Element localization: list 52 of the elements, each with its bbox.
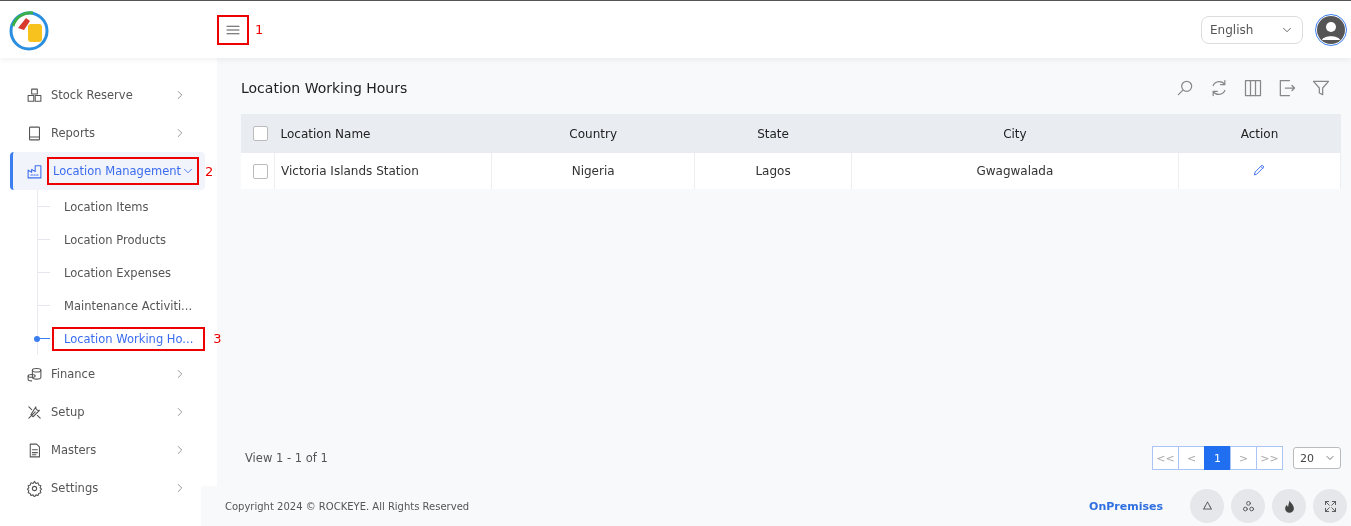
- sidebar-item[interactable]: Location Management: [10, 152, 206, 190]
- column-header: Action: [1240, 126, 1279, 141]
- table-cell: Nigeria: [571, 164, 615, 178]
- gear-icon: [26, 479, 43, 497]
- page-title: Location Working Hours: [241, 80, 409, 96]
- table-cell: Lagos: [755, 164, 791, 178]
- tools-icon: [26, 403, 43, 421]
- avatar-icon[interactable]: [1315, 13, 1347, 46]
- copyright-text: Copyright 2024 © ROCKEYE. All Rights Reserved: [225, 500, 471, 512]
- table-cell: Victoria Islands Station: [281, 164, 419, 178]
- factory-icon: [26, 162, 43, 180]
- filter-icon: [1311, 78, 1331, 98]
- submenu-item[interactable]: Maintenance Activiti...: [64, 298, 193, 313]
- sidebar-item[interactable]: Finance: [10, 355, 193, 393]
- network-button[interactable]: [1231, 489, 1265, 523]
- annotation-number: 3: [213, 331, 222, 346]
- submenu-item[interactable]: Location Products: [64, 232, 166, 247]
- annotation-number: 1: [255, 22, 264, 37]
- page-button[interactable]: 1: [1204, 446, 1231, 470]
- submenu-item[interactable]: Location Working Ho...: [52, 326, 206, 351]
- circles-icon: [1240, 498, 1256, 514]
- fullscreen-button[interactable]: [1313, 489, 1347, 523]
- sidebar-item[interactable]: Masters: [10, 431, 193, 469]
- annotation-number: 2: [205, 163, 215, 179]
- pagination-summary: View 1 - 1 of 1: [244, 451, 329, 465]
- boxes-icon: [26, 86, 43, 104]
- fire-button[interactable]: [1272, 489, 1306, 523]
- select-all-checkbox[interactable]: [252, 126, 268, 141]
- coins-icon: [26, 365, 43, 383]
- column-header: State: [757, 126, 789, 141]
- sidebar-item[interactable]: Reports: [10, 114, 193, 152]
- row-checkbox[interactable]: [252, 163, 268, 179]
- sidebar-item[interactable]: Setup: [10, 393, 193, 431]
- submenu-item[interactable]: Location Items: [64, 199, 149, 214]
- export-icon: [1277, 78, 1297, 98]
- column-header: Location Name: [280, 126, 371, 141]
- mode-label: OnPremises: [1089, 499, 1163, 513]
- page-size-select[interactable]: 20: [1293, 447, 1341, 469]
- column-header: Country: [569, 126, 617, 141]
- sidebar-item[interactable]: Settings: [10, 469, 193, 507]
- expand-icon: [1322, 498, 1338, 514]
- submenu-item[interactable]: Location Expenses: [64, 265, 172, 280]
- language-select[interactable]: English: [1201, 15, 1303, 44]
- column-header: City: [1003, 126, 1027, 141]
- search-icon: [1175, 78, 1195, 98]
- sidebar-item[interactable]: Stock Reserve: [10, 76, 193, 114]
- book-icon: [26, 124, 43, 142]
- columns-icon: [1243, 78, 1263, 98]
- table-cell: Gwagwalada: [976, 164, 1054, 178]
- pencil-icon: [1251, 162, 1267, 177]
- menu-button[interactable]: [217, 14, 249, 45]
- recycle-button[interactable]: [1190, 489, 1224, 523]
